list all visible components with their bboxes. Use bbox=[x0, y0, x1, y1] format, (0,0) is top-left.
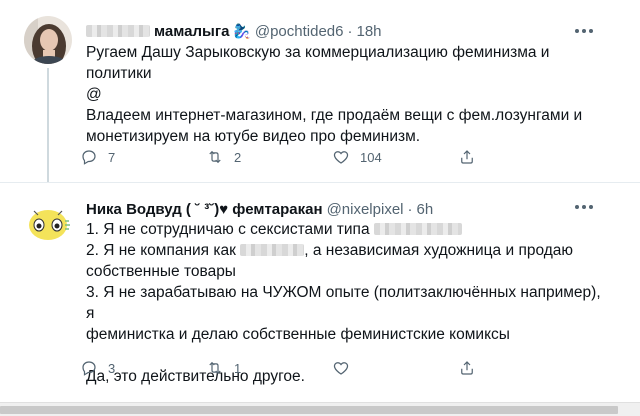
tweet[interactable]: мамалыга 🧞‍♀️ @pochtided6 · 18h Ругаем Д… bbox=[0, 0, 640, 182]
like-button[interactable]: 104 bbox=[332, 148, 458, 166]
timestamp[interactable]: 6h bbox=[417, 201, 434, 218]
more-icon[interactable] bbox=[572, 21, 596, 41]
horizontal-scrollbar[interactable] bbox=[0, 402, 640, 416]
genie-emoji: 🧞‍♀️ bbox=[233, 22, 251, 39]
heart-icon bbox=[333, 362, 349, 375]
text-line: 3. Я не зарабатываю на ЧУЖОМ опыте (поли… bbox=[86, 284, 601, 322]
reply-button[interactable]: 3 bbox=[80, 359, 206, 377]
display-name[interactable]: Ника Водвуд ( ˘ ³˘)♥ фемтаракан bbox=[86, 201, 323, 218]
tweet-actions: 3 1 bbox=[80, 359, 476, 377]
more-icon[interactable] bbox=[572, 197, 596, 217]
text-line: политики bbox=[86, 65, 152, 82]
like-count: 104 bbox=[360, 149, 382, 165]
scrollbar-thumb[interactable] bbox=[0, 406, 618, 414]
avatar-illustration bbox=[24, 197, 72, 245]
avatar[interactable] bbox=[24, 197, 72, 245]
retweet-icon bbox=[209, 361, 221, 375]
blurred-text bbox=[373, 223, 462, 235]
reply-icon bbox=[82, 361, 96, 376]
tweet-header: мамалыга 🧞‍♀️ @pochtided6 · 18h bbox=[86, 21, 382, 41]
tweet[interactable]: Ника Водвуд ( ˘ ³˘)♥ фемтаракан @nixelpi… bbox=[0, 182, 640, 402]
retweet-count: 2 bbox=[234, 149, 242, 165]
retweet-button[interactable]: 2 bbox=[206, 148, 332, 166]
share-icon bbox=[461, 150, 473, 164]
blurred-text bbox=[240, 244, 305, 256]
text-line: @ bbox=[86, 86, 102, 103]
timestamp[interactable]: 18h bbox=[356, 23, 381, 40]
text-line: Ругаем Дашу Зарыковскую за коммерциализа… bbox=[86, 44, 550, 61]
retweet-button[interactable]: 1 bbox=[206, 359, 332, 377]
text-segment: 1. Я не сотрудничаю с сексистами типа bbox=[86, 221, 370, 238]
reply-button[interactable]: 7 bbox=[80, 148, 206, 166]
like-button[interactable] bbox=[332, 359, 458, 377]
reply-count: 7 bbox=[108, 149, 116, 165]
text-segment: , а независимая художница и продаю bbox=[304, 242, 574, 259]
share-icon bbox=[461, 361, 473, 375]
separator: · bbox=[347, 22, 353, 40]
display-name[interactable]: мамалыга bbox=[154, 23, 229, 40]
text-line: 2. Я не компания как , а независимая худ… bbox=[86, 240, 606, 261]
user-handle[interactable]: @pochtided6 bbox=[255, 23, 344, 40]
tweet-actions: 7 2 104 bbox=[80, 148, 476, 166]
separator: · bbox=[407, 200, 413, 218]
text-line: собственные товары bbox=[86, 263, 236, 280]
text-line: 1. Я не сотрудничаю с сексистами типа bbox=[86, 219, 606, 240]
reply-count: 3 bbox=[108, 360, 116, 376]
tweet-text: Ругаем Дашу Зарыковскую за коммерциализа… bbox=[86, 42, 606, 147]
user-handle[interactable]: @nixelpixel bbox=[327, 201, 404, 218]
share-button[interactable] bbox=[458, 148, 476, 166]
share-button[interactable] bbox=[458, 359, 476, 377]
retweet-icon bbox=[209, 150, 221, 164]
text-line: Владеем интернет-магазином, где продаём … bbox=[86, 107, 583, 124]
text-line: монетизируем на ютубе видео про феминизм… bbox=[86, 128, 421, 145]
avatar[interactable] bbox=[24, 16, 72, 64]
reply-icon bbox=[82, 150, 96, 165]
retweet-count: 1 bbox=[234, 360, 242, 376]
text-segment: 2. Я не компания как bbox=[86, 242, 236, 259]
blurred-name-part bbox=[86, 25, 150, 37]
text-line: феминистка и делаю собственные феминистс… bbox=[86, 326, 510, 343]
heart-icon bbox=[333, 151, 349, 164]
tweet-header: Ника Водвуд ( ˘ ³˘)♥ фемтаракан @nixelpi… bbox=[86, 199, 433, 219]
avatar-photo bbox=[24, 16, 72, 64]
thread-line bbox=[47, 68, 49, 182]
